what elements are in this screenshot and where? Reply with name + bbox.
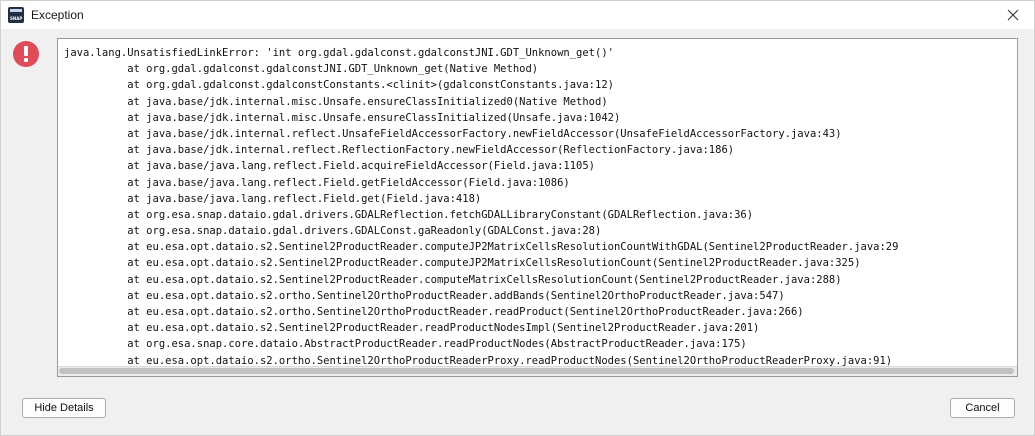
close-button[interactable] bbox=[1002, 4, 1024, 26]
hide-details-button[interactable]: Hide Details bbox=[22, 398, 106, 418]
cancel-button[interactable]: Cancel bbox=[950, 398, 1015, 418]
stack-frame-line: at org.gdal.gdalconst.gdalconstJNI.GDT_U… bbox=[64, 63, 539, 76]
stack-frame-line: at java.base/java.lang.reflect.Field.acq… bbox=[64, 160, 596, 173]
stack-frame-line: at java.base/jdk.internal.reflect.Reflec… bbox=[64, 144, 735, 157]
horizontal-scrollbar[interactable] bbox=[58, 366, 1017, 376]
title-bar[interactable]: SNAP Exception bbox=[1, 1, 1034, 29]
stack-frame-line: at org.esa.snap.dataio.gdal.drivers.GDAL… bbox=[64, 225, 602, 238]
snap-app-icon: SNAP bbox=[8, 7, 24, 23]
stack-frame-line: at org.esa.snap.core.dataio.AbstractProd… bbox=[64, 338, 747, 351]
error-icon bbox=[13, 41, 39, 67]
stack-frame-line: at java.base/jdk.internal.reflect.Unsafe… bbox=[64, 127, 842, 140]
stack-trace-text[interactable]: java.lang.UnsatisfiedLinkError: 'int org… bbox=[64, 45, 1017, 367]
stack-frame-line: at eu.esa.opt.dataio.s2.Sentinel2Product… bbox=[64, 241, 899, 254]
stack-frame-line: at eu.esa.opt.dataio.s2.ortho.Sentinel2O… bbox=[64, 289, 785, 302]
stack-frame-line: at eu.esa.opt.dataio.s2.Sentinel2Product… bbox=[64, 257, 861, 270]
stack-frame-line: at eu.esa.opt.dataio.s2.ortho.Sentinel2O… bbox=[64, 306, 804, 318]
stack-frame-line: at java.base/jdk.internal.misc.Unsafe.en… bbox=[64, 95, 608, 108]
stack-frame-line: at org.esa.snap.dataio.gdal.drivers.GDAL… bbox=[64, 208, 754, 221]
scrollbar-thumb[interactable] bbox=[59, 368, 1014, 374]
stack-frame-line: at eu.esa.opt.dataio.s2.ortho.Sentinel2O… bbox=[64, 354, 893, 367]
stack-trace-area[interactable]: java.lang.UnsatisfiedLinkError: 'int org… bbox=[57, 38, 1018, 377]
app-icon-label: SNAP bbox=[10, 16, 23, 21]
exception-message-line: java.lang.UnsatisfiedLinkError: 'int org… bbox=[64, 47, 614, 59]
close-icon bbox=[1007, 9, 1019, 21]
stack-frame-line: at java.base/java.lang.reflect.Field.get… bbox=[64, 192, 482, 205]
stack-frame-line: at org.gdal.gdalconst.gdalconstConstants… bbox=[64, 79, 614, 92]
stack-frame-line: at eu.esa.opt.dataio.s2.Sentinel2Product… bbox=[64, 273, 842, 286]
stack-frame-line: at eu.esa.opt.dataio.s2.Sentinel2Product… bbox=[64, 322, 760, 335]
exception-dialog: SNAP Exception java.lang.UnsatisfiedLink… bbox=[0, 0, 1035, 436]
stack-frame-line: at java.base/jdk.internal.misc.Unsafe.en… bbox=[64, 111, 621, 124]
stack-frame-line: at java.base/java.lang.reflect.Field.get… bbox=[64, 176, 570, 189]
window-title: Exception bbox=[31, 8, 84, 22]
